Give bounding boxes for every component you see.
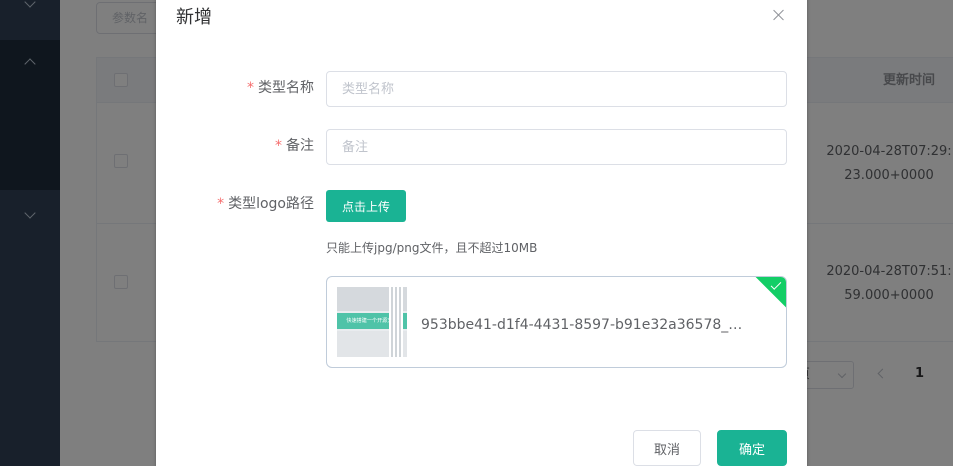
add-dialog: 新增 *类型名称 *备注 *类型logo路径 点击上传 只能上传jpg/png文… xyxy=(156,0,807,466)
logo-path-label: * 类型logo路径 xyxy=(196,186,314,222)
thumb-stripe xyxy=(389,287,403,357)
upload-button[interactable]: 点击上传 xyxy=(326,190,406,222)
upload-success-badge xyxy=(754,277,786,309)
file-name: 953bbe41-d1f4-4431-8597-b91e32a36578_使用.… xyxy=(421,317,751,333)
logo-path-label-text: 类型logo路径 xyxy=(228,196,314,212)
cancel-button[interactable]: 取消 xyxy=(633,430,701,466)
dialog-title: 新增 xyxy=(176,7,212,28)
required-mark: * xyxy=(217,196,225,212)
confirm-button[interactable]: 确定 xyxy=(717,430,787,466)
type-name-label: * 类型名称 xyxy=(196,70,314,106)
file-thumbnail: 快速搭建一个开源文档 xyxy=(337,287,407,357)
uploaded-file-item[interactable]: 快速搭建一个开源文档 953bbe41-d1f4-4431-8597-b91e3… xyxy=(326,276,787,368)
upload-tip: 只能上传jpg/png文件，且不超过10MB xyxy=(326,241,538,255)
close-icon[interactable] xyxy=(772,8,786,22)
remark-input[interactable] xyxy=(326,129,787,165)
required-mark: * xyxy=(247,80,254,96)
type-name-label-text: 类型名称 xyxy=(258,80,314,96)
remark-label-text: 备注 xyxy=(286,138,314,154)
required-mark: * xyxy=(275,138,282,154)
type-name-input[interactable] xyxy=(326,71,787,107)
remark-label: * 备注 xyxy=(196,128,314,164)
